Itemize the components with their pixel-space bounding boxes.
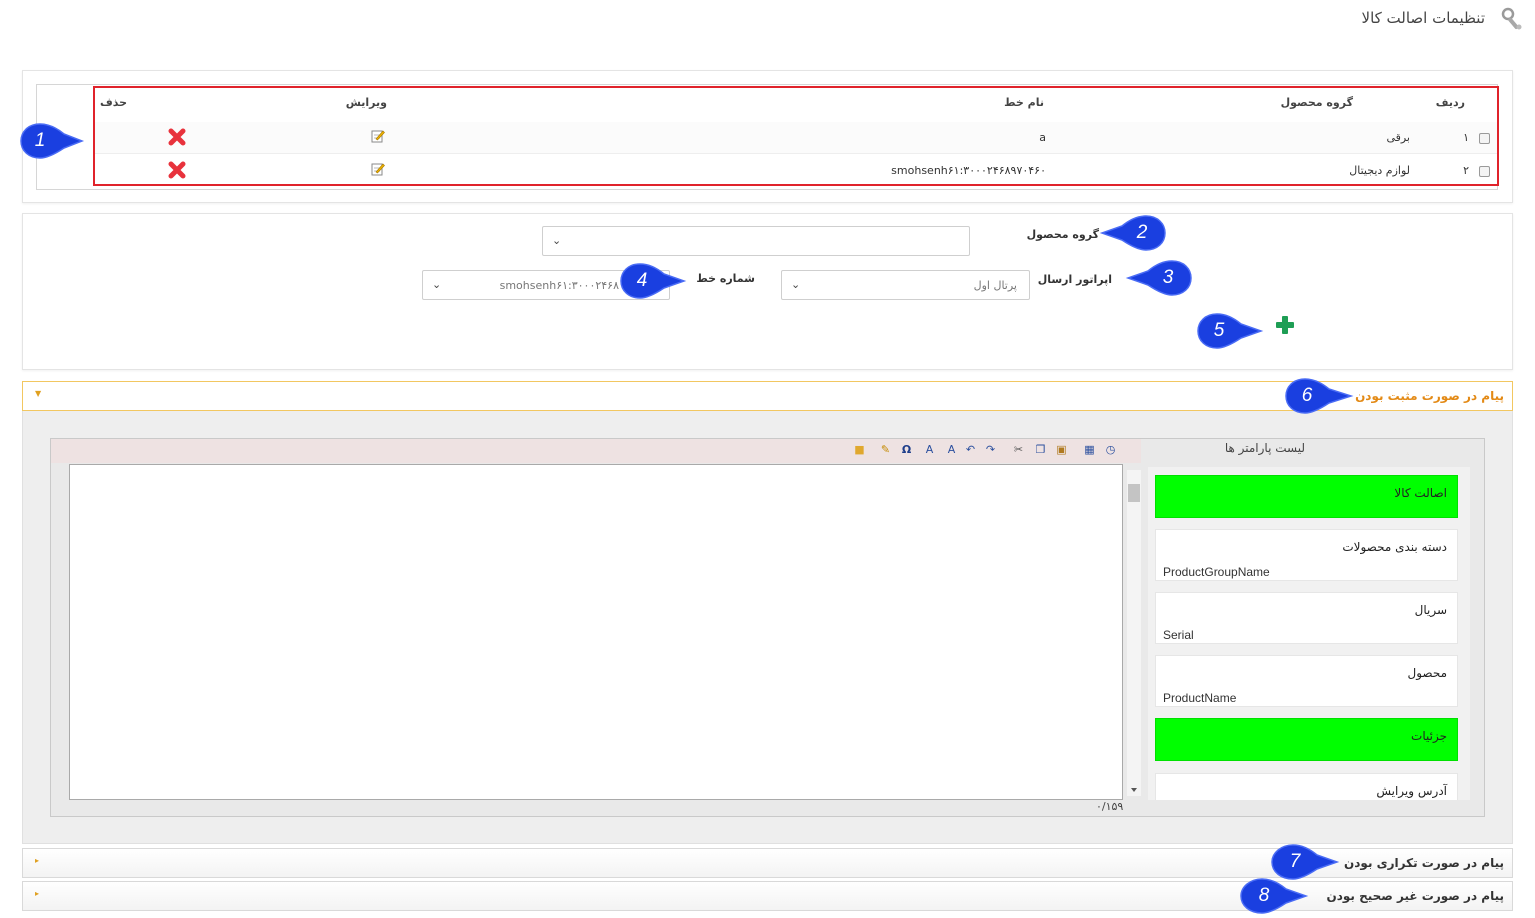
chevron-down-icon: ⌄ — [791, 278, 801, 291]
message-textarea[interactable] — [69, 464, 1123, 800]
callout-badge-1: 1 — [20, 122, 85, 160]
callout-number: 4 — [636, 270, 648, 291]
line-number-value: smohsenh۶۱:۳۰۰۰۲۴۶۸ — [499, 279, 619, 292]
param-item[interactable]: اصالت کالا — [1155, 475, 1458, 518]
callout-badge-4: 4 — [620, 262, 687, 300]
callout-badge-7: 7 — [1271, 843, 1340, 881]
callout-badge-6: 6 — [1285, 377, 1354, 415]
caret-right-icon: ▸ — [35, 889, 40, 898]
editor-scrollbar[interactable] — [1127, 470, 1141, 796]
param-label: سریال — [1414, 603, 1447, 617]
product-group-label: گروه محصول — [1026, 228, 1099, 241]
folder-icon[interactable]: ■ — [852, 442, 867, 457]
callout-badge-3: 3 — [1124, 259, 1192, 297]
operator-label: اپراتور ارسال — [1037, 273, 1112, 286]
clock-icon[interactable]: ◷ — [1103, 442, 1118, 457]
callout-badge-5: 5 — [1197, 312, 1264, 350]
param-item[interactable]: محصول ProductName — [1155, 655, 1458, 707]
page-header: تنظیمات اصالت کالا — [0, 0, 1535, 40]
callout-badge-2: 2 — [1098, 214, 1166, 252]
param-item[interactable]: سریال Serial — [1155, 592, 1458, 644]
callout-number: 3 — [1162, 267, 1174, 288]
spellcheck-icon[interactable]: A — [922, 442, 937, 457]
wrench-settings-icon — [1501, 7, 1522, 30]
callout-number: 6 — [1301, 385, 1313, 406]
calculator-icon[interactable]: ▦ — [1082, 442, 1097, 457]
callout-number: 1 — [34, 130, 46, 151]
param-key: Serial — [1163, 628, 1194, 642]
param-label: دسته بندی محصولات — [1342, 540, 1447, 554]
param-item[interactable]: آدرس ویرایش — [1155, 773, 1458, 800]
line-number-label: شماره خط — [696, 272, 755, 285]
find-replace-icon[interactable]: A — [944, 442, 959, 457]
params-list[interactable]: اصالت کالا دسته بندی محصولات ProductGrou… — [1148, 467, 1470, 800]
params-list-title: لیست پارامتر ها — [1224, 441, 1305, 455]
callout-number: 8 — [1258, 885, 1270, 906]
callout-number: 2 — [1136, 222, 1148, 243]
param-item[interactable]: دسته بندی محصولات ProductGroupName — [1155, 529, 1458, 581]
operator-value: پرتال اول — [973, 279, 1017, 292]
param-label: جزئیات — [1411, 729, 1447, 743]
param-item[interactable]: جزئیات — [1155, 718, 1458, 761]
param-label: آدرس ویرایش — [1376, 784, 1447, 798]
chevron-down-icon: ⌄ — [432, 278, 442, 291]
operator-select[interactable]: پرتال اول ⌄ — [781, 270, 1030, 300]
page-title: تنظیمات اصالت کالا — [1361, 9, 1485, 27]
param-key: ProductName — [1163, 691, 1237, 705]
accordion-invalid-title: پیام در صورت غیر صحیح بودن — [1326, 889, 1504, 903]
callout-badge-8: 8 — [1240, 877, 1309, 915]
param-label: محصول — [1407, 666, 1448, 680]
param-label: اصالت کالا — [1394, 486, 1447, 500]
char-counter: ۰/۱۵۹ — [1096, 800, 1124, 813]
undo-icon[interactable]: ↶ — [963, 442, 978, 457]
copy-icon[interactable]: ❐ — [1033, 442, 1048, 457]
accordion-positive-title: پیام در صورت مثبت بودن — [1355, 389, 1504, 403]
caret-right-icon: ▸ — [35, 856, 40, 865]
add-button[interactable] — [1274, 314, 1296, 336]
accordion-duplicate-title: پیام در صورت تکراری بودن — [1344, 856, 1504, 870]
edit-style-icon[interactable]: ✎ — [878, 442, 893, 457]
product-group-select[interactable]: ⌄ — [542, 226, 970, 256]
param-key: ProductGroupName — [1163, 565, 1270, 579]
special-char-icon[interactable]: Ω — [899, 442, 914, 457]
paste-icon[interactable]: ▣ — [1054, 442, 1069, 457]
redo-icon[interactable]: ↷ — [983, 442, 998, 457]
callout-number: 5 — [1213, 320, 1225, 341]
table-highlight-box — [93, 86, 1499, 186]
cut-icon[interactable]: ✂ — [1011, 442, 1026, 457]
caret-down-icon: ▼ — [35, 389, 42, 398]
callout-number: 7 — [1289, 851, 1301, 872]
chevron-down-icon: ⌄ — [552, 234, 562, 247]
